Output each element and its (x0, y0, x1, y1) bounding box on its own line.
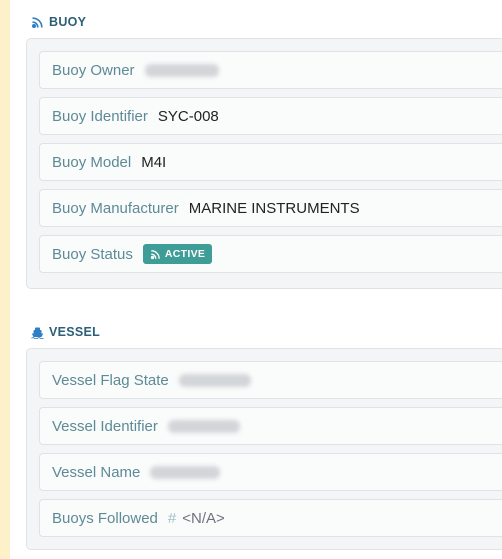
buoy-model-value: M4I (141, 153, 167, 171)
buoy-identifier-label: Buoy Identifier (52, 107, 148, 125)
buoy-model-label: Buoy Model (52, 153, 132, 171)
buoys-followed-row: Buoys Followed # <N/A> (39, 499, 502, 537)
vessel-flag-value (178, 373, 251, 387)
vessel-section-title: VESSEL (49, 325, 101, 339)
buoy-manufacturer-value: MARINE INSTRUMENTS (188, 199, 360, 217)
status-badge: ACTIVE (142, 244, 213, 264)
vessel-name-value (150, 465, 221, 479)
hash-icon: # (167, 509, 177, 527)
buoy-owner-label: Buoy Owner (52, 61, 135, 79)
vessel-section-header: VESSEL (30, 322, 100, 342)
buoy-manufacturer-row: Buoy Manufacturer MARINE INSTRUMENTS (39, 189, 502, 227)
ship-icon (30, 325, 44, 339)
buoy-status-label: Buoy Status (52, 245, 133, 263)
vessel-identifier-label: Vessel Identifier (52, 417, 158, 435)
buoy-model-row: Buoy Model M4I (39, 143, 502, 181)
signal-icon (150, 249, 161, 260)
buoys-followed-value: <N/A> (182, 509, 225, 527)
buoy-section-header: BUOY (30, 12, 86, 32)
buoy-section-title: BUOY (49, 15, 87, 29)
buoy-owner-value (144, 63, 219, 77)
buoy-card: Buoy Owner Buoy Identifier SYC-008 Buoy … (26, 38, 502, 289)
buoy-owner-row: Buoy Owner (39, 51, 502, 89)
vessel-card: Vessel Flag State Vessel Identifier Vess… (26, 348, 502, 550)
status-badge-label: ACTIVE (164, 248, 206, 260)
detail-panel: BUOY Buoy Owner Buoy Identifier SYC-008 … (10, 0, 502, 559)
buoy-status-row: Buoy Status ACTIVE (39, 235, 502, 273)
vessel-name-label: Vessel Name (52, 463, 141, 481)
buoy-manufacturer-label: Buoy Manufacturer (52, 199, 179, 217)
signal-icon (30, 15, 44, 29)
buoy-identifier-value: SYC-008 (157, 107, 219, 125)
vessel-name-row: Vessel Name (39, 453, 502, 491)
buoys-followed-label: Buoys Followed (52, 509, 158, 527)
vessel-identifier-value (167, 419, 240, 433)
vessel-flag-label: Vessel Flag State (52, 371, 169, 389)
vessel-identifier-row: Vessel Identifier (39, 407, 502, 445)
vessel-flag-row: Vessel Flag State (39, 361, 502, 399)
buoy-identifier-row: Buoy Identifier SYC-008 (39, 97, 502, 135)
